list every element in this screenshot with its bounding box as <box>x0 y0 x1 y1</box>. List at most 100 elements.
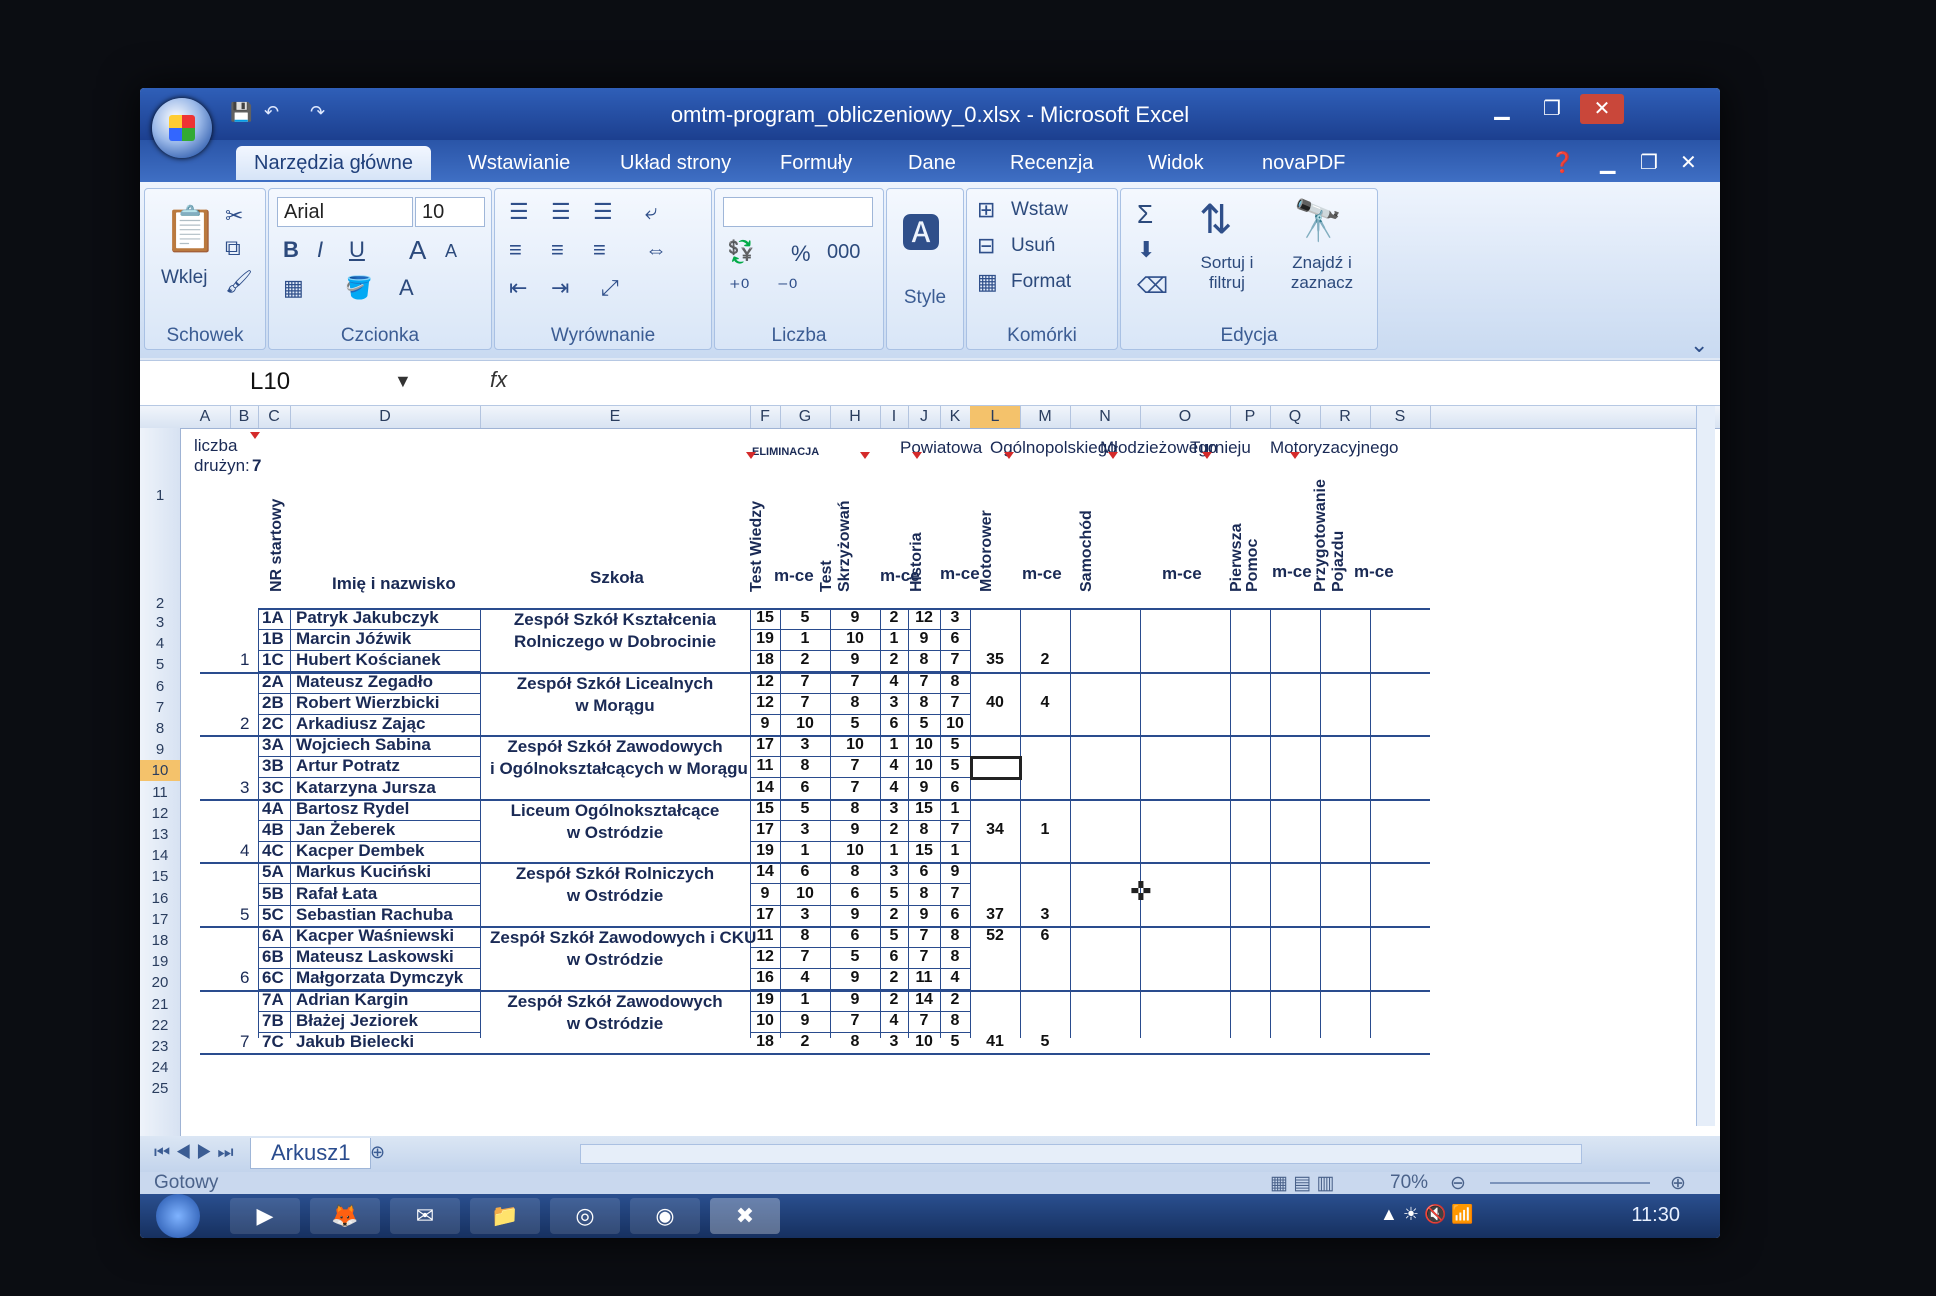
player-id[interactable]: 7A <box>262 990 284 1010</box>
clear-icon[interactable]: ⌫ <box>1137 273 1168 299</box>
score-h[interactable]: 7 <box>830 1012 880 1030</box>
row-header-18[interactable]: 18 <box>140 930 180 951</box>
player-name[interactable]: Patryk Jakubczyk <box>296 608 439 628</box>
score-j[interactable]: 10 <box>908 1033 940 1051</box>
row-header-15[interactable]: 15 <box>140 866 180 887</box>
score-j[interactable]: 6 <box>908 863 940 881</box>
team-school-line-2[interactable]: w Ostródzie <box>490 1014 740 1034</box>
score-h[interactable]: 9 <box>830 969 880 987</box>
grow-font-button[interactable]: A <box>409 235 426 266</box>
score-g[interactable]: 10 <box>780 715 830 733</box>
italic-button[interactable]: I <box>317 237 323 263</box>
score-l[interactable]: 52 <box>970 927 1020 945</box>
score-f[interactable]: 9 <box>750 885 780 903</box>
sheet-nav-icon[interactable]: ⏮ ◀ ▶ ⏭ <box>154 1142 234 1163</box>
row-header-11[interactable]: 11 <box>140 782 180 803</box>
score-f[interactable]: 14 <box>750 779 780 797</box>
score-j[interactable]: 9 <box>908 630 940 648</box>
score-k[interactable]: 7 <box>940 694 970 712</box>
cut-icon[interactable]: ✂ <box>225 203 243 229</box>
score-k[interactable]: 3 <box>940 609 970 627</box>
player-name[interactable]: Robert Wierzbicki <box>296 693 439 713</box>
tab-novapdf[interactable]: novaPDF <box>1244 146 1363 180</box>
score-g[interactable]: 5 <box>780 609 830 627</box>
player-name[interactable]: Jan Żeberek <box>296 820 395 840</box>
player-id[interactable]: 1B <box>262 629 284 649</box>
score-k[interactable]: 1 <box>940 800 970 818</box>
score-l[interactable]: 34 <box>970 821 1020 839</box>
team-school-line-2[interactable]: w Ostródzie <box>490 886 740 906</box>
score-i[interactable]: 4 <box>880 779 908 797</box>
sort-filter-button[interactable]: Sortuj i filtruj <box>1187 253 1267 293</box>
score-h[interactable]: 7 <box>830 673 880 691</box>
tab-narzedzia-glowne[interactable]: Narzędzia główne <box>236 146 431 180</box>
score-f[interactable]: 16 <box>750 969 780 987</box>
score-i[interactable]: 3 <box>880 694 908 712</box>
row-header-6[interactable]: 6 <box>140 676 180 697</box>
score-h[interactable]: 9 <box>830 651 880 669</box>
score-g[interactable]: 3 <box>780 821 830 839</box>
score-h[interactable]: 9 <box>830 609 880 627</box>
score-f[interactable]: 9 <box>750 715 780 733</box>
row-header-10[interactable]: 10 <box>140 760 180 781</box>
player-name[interactable]: Wojciech Sabina <box>296 735 431 755</box>
tab-recenzja[interactable]: Recenzja <box>992 146 1111 180</box>
score-m[interactable]: 3 <box>1020 906 1070 924</box>
team-school-line-1[interactable]: Zespół Szkół Kształcenia <box>490 610 740 630</box>
score-j[interactable]: 5 <box>908 715 940 733</box>
score-h[interactable]: 6 <box>830 927 880 945</box>
score-k[interactable]: 5 <box>940 757 970 775</box>
ribbon-restore-icon[interactable]: ❐ <box>1640 150 1658 175</box>
team-school-line-1[interactable]: Zespół Szkół Licealnych <box>490 674 740 694</box>
player-id[interactable]: 3B <box>262 756 284 776</box>
tab-widok[interactable]: Widok <box>1130 146 1222 180</box>
column-header-s[interactable]: S <box>1370 406 1431 428</box>
column-header-h[interactable]: H <box>830 406 881 428</box>
score-j[interactable]: 15 <box>908 800 940 818</box>
score-g[interactable]: 7 <box>780 948 830 966</box>
team-school-line-2[interactable]: Rolniczego w Dobrocinie <box>490 632 740 652</box>
worksheet-grid[interactable]: ABCDEFGHIJKLMNOPQRS 1 2 3 4 5 6 7 8 9 10 11 12 13 14 1… <box>140 406 1720 1136</box>
column-header-l[interactable]: L <box>970 406 1021 428</box>
score-f[interactable]: 17 <box>750 821 780 839</box>
format-cells-icon[interactable]: ▦ <box>977 269 998 295</box>
increase-decimal-icon[interactable]: ⁺⁰ <box>729 275 749 301</box>
delete-cells-icon[interactable]: ⊟ <box>977 233 995 259</box>
score-k[interactable]: 8 <box>940 948 970 966</box>
score-j[interactable]: 11 <box>908 969 940 987</box>
player-id[interactable]: 4A <box>262 799 284 819</box>
score-j[interactable]: 8 <box>908 821 940 839</box>
align-right-icon[interactable]: ≡ <box>593 237 606 263</box>
minimize-button[interactable]: ▁ <box>1480 94 1524 124</box>
align-middle-icon[interactable]: ☰ <box>551 199 571 225</box>
score-h[interactable]: 8 <box>830 863 880 881</box>
player-name[interactable]: Marcin Jóźwik <box>296 629 411 649</box>
name-box-dropdown-icon[interactable]: ▼ <box>394 371 412 392</box>
align-top-icon[interactable]: ☰ <box>509 199 529 225</box>
autosum-button[interactable]: Σ <box>1137 199 1153 230</box>
team-school-line-1[interactable]: Zespół Szkół Zawodowych i CKU <box>490 928 756 948</box>
insert-sheet-icon[interactable]: ⊕ <box>370 1142 385 1163</box>
insert-cells-button[interactable]: Wstaw <box>1011 199 1068 221</box>
player-name[interactable]: Markus Kuciński <box>296 862 431 882</box>
score-f[interactable]: 18 <box>750 651 780 669</box>
score-f[interactable]: 10 <box>750 1012 780 1030</box>
score-g[interactable]: 6 <box>780 863 830 881</box>
thousands-button[interactable]: 000 <box>827 241 860 264</box>
score-f[interactable]: 19 <box>750 991 780 1009</box>
column-header-b[interactable]: B <box>230 406 259 428</box>
insert-function-button[interactable]: fx <box>490 367 507 393</box>
team-school-line-2[interactable]: w Ostródzie <box>490 823 740 843</box>
restore-button[interactable]: ❐ <box>1530 94 1574 124</box>
player-id[interactable]: 5A <box>262 862 284 882</box>
zoom-out-icon[interactable]: ⊖ <box>1450 1172 1466 1195</box>
score-k[interactable]: 6 <box>940 906 970 924</box>
player-id[interactable]: 5B <box>262 884 284 904</box>
row-header-12[interactable]: 12 <box>140 803 180 824</box>
score-g[interactable]: 5 <box>780 800 830 818</box>
row-header-8[interactable]: 8 <box>140 718 180 739</box>
player-id[interactable]: 6B <box>262 947 284 967</box>
score-h[interactable]: 8 <box>830 800 880 818</box>
score-g[interactable]: 10 <box>780 885 830 903</box>
row-header-22[interactable]: 22 <box>140 1015 180 1036</box>
